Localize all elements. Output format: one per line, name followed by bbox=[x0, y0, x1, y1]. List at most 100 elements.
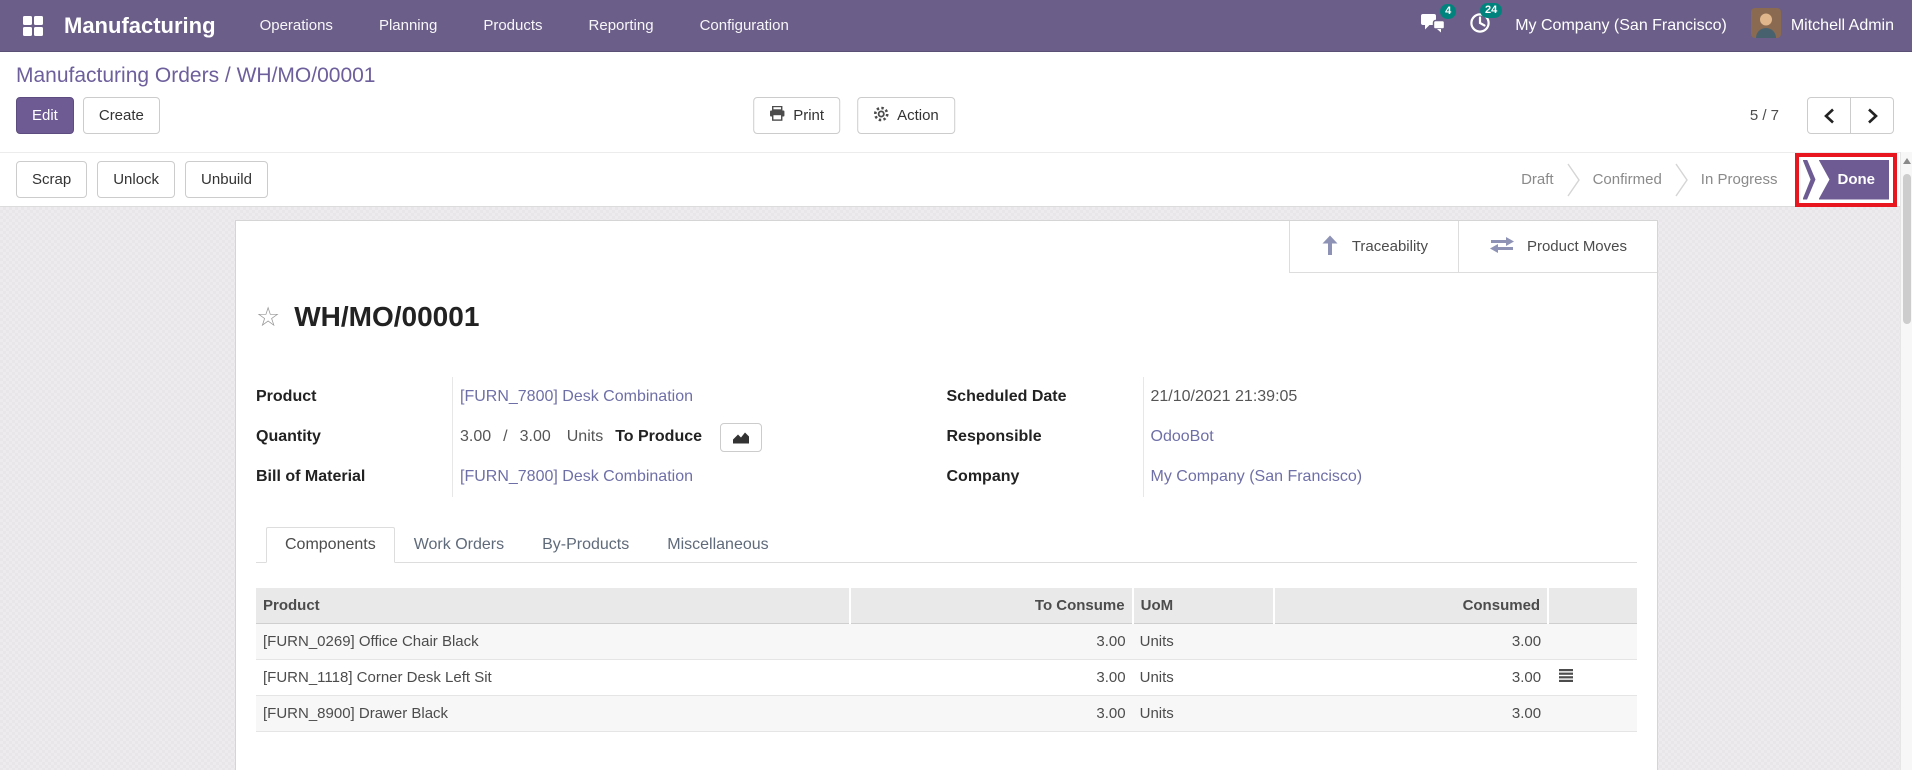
quantity-produced: 3.00 bbox=[460, 428, 491, 446]
field-quantity: Quantity 3.00 / 3.00 Units To Produce bbox=[256, 417, 947, 457]
move-lines-button[interactable] bbox=[1555, 667, 1577, 687]
messages-button[interactable]: 4 bbox=[1421, 13, 1445, 39]
tab-miscellaneous[interactable]: Miscellaneous bbox=[648, 527, 787, 563]
cell-consumed: 3.00 bbox=[1274, 695, 1548, 731]
cell-actions bbox=[1548, 695, 1637, 731]
cell-to-consume: 3.00 bbox=[850, 623, 1133, 659]
responsible-label: Responsible bbox=[947, 428, 1143, 446]
breadcrumb-parent-link[interactable]: Manufacturing Orders bbox=[16, 64, 219, 87]
table-row[interactable]: [FURN_0269] Office Chair Black 3.00 Unit… bbox=[256, 623, 1637, 659]
breadcrumb-separator: / bbox=[219, 64, 237, 87]
status-step-done-active[interactable]: Done bbox=[1819, 160, 1890, 200]
forecast-report-button[interactable] bbox=[720, 423, 762, 452]
user-avatar bbox=[1751, 8, 1781, 43]
app-menus: Operations Planning Products Reporting C… bbox=[260, 17, 789, 34]
form-header-bar: Scrap Unlock Unbuild Draft Confirmed In … bbox=[0, 152, 1912, 207]
area-chart-icon bbox=[732, 431, 750, 444]
breadcrumb: Manufacturing Orders / WH/MO/00001 bbox=[16, 62, 1896, 90]
table-header-row: Product To Consume UoM Consumed bbox=[256, 588, 1637, 623]
red-annotation-box: Done bbox=[1795, 153, 1898, 207]
col-actions bbox=[1548, 588, 1637, 623]
menu-planning[interactable]: Planning bbox=[379, 17, 437, 34]
menu-reporting[interactable]: Reporting bbox=[589, 17, 654, 34]
done-arrowhead-icon bbox=[1803, 160, 1816, 200]
scrollbar-up-arrow[interactable] bbox=[1901, 152, 1912, 164]
user-menu[interactable]: Mitchell Admin bbox=[1751, 8, 1894, 43]
product-link[interactable]: [FURN_7800] Desk Combination bbox=[460, 388, 693, 406]
printer-icon bbox=[769, 106, 785, 125]
cell-actions bbox=[1548, 659, 1637, 695]
quantity-separator: / bbox=[503, 428, 507, 446]
tab-components[interactable]: Components bbox=[266, 527, 395, 563]
chevron-right-icon bbox=[1867, 108, 1878, 124]
col-consumed: Consumed bbox=[1274, 588, 1548, 623]
exchange-arrows-icon bbox=[1489, 236, 1515, 258]
pager-next-button[interactable] bbox=[1850, 97, 1894, 134]
cell-uom: Units bbox=[1133, 623, 1275, 659]
create-button[interactable]: Create bbox=[83, 97, 160, 134]
table-row[interactable]: [FURN_1118] Corner Desk Left Sit 3.00 Un… bbox=[256, 659, 1637, 695]
unlock-button[interactable]: Unlock bbox=[97, 161, 175, 198]
bom-label: Bill of Material bbox=[256, 468, 452, 486]
quantity-uom: Units bbox=[567, 428, 603, 446]
traceability-button[interactable]: Traceability bbox=[1290, 221, 1458, 272]
messages-badge: 4 bbox=[1440, 4, 1456, 19]
scrap-button[interactable]: Scrap bbox=[16, 161, 87, 198]
apps-grid-icon[interactable] bbox=[18, 11, 48, 41]
print-button[interactable]: Print bbox=[753, 97, 840, 134]
gear-icon bbox=[873, 106, 889, 126]
company-link[interactable]: My Company (San Francisco) bbox=[1151, 468, 1363, 486]
tab-work-orders[interactable]: Work Orders bbox=[395, 527, 523, 563]
status-step-confirmed[interactable]: Confirmed bbox=[1580, 171, 1675, 188]
components-table: Product To Consume UoM Consumed [FURN_02… bbox=[256, 588, 1637, 732]
col-product: Product bbox=[256, 588, 850, 623]
scrollbar-thumb[interactable] bbox=[1903, 174, 1911, 324]
menu-products[interactable]: Products bbox=[483, 17, 542, 34]
status-step-draft[interactable]: Draft bbox=[1508, 171, 1567, 188]
unbuild-button[interactable]: Unbuild bbox=[185, 161, 268, 198]
activities-button[interactable]: 24 bbox=[1469, 12, 1491, 39]
arrow-up-icon bbox=[1320, 234, 1340, 260]
field-scheduled-date: Scheduled Date 21/10/2021 21:39:05 bbox=[947, 377, 1638, 417]
list-lines-icon bbox=[1559, 669, 1573, 682]
status-step-in-progress[interactable]: In Progress bbox=[1688, 171, 1791, 188]
form-fields: Product [FURN_7800] Desk Combination Qua… bbox=[256, 377, 1637, 497]
vertical-scrollbar[interactable] bbox=[1900, 152, 1912, 770]
pager-value: 5 / 7 bbox=[1750, 107, 1779, 124]
cell-to-consume: 3.00 bbox=[850, 659, 1133, 695]
app-name[interactable]: Manufacturing bbox=[64, 13, 216, 39]
menu-operations[interactable]: Operations bbox=[260, 17, 333, 34]
activities-badge: 24 bbox=[1480, 3, 1502, 18]
cell-to-consume: 3.00 bbox=[850, 695, 1133, 731]
pager-previous-button[interactable] bbox=[1807, 97, 1851, 134]
favorite-star-icon[interactable]: ☆ bbox=[256, 304, 280, 331]
col-uom: UoM bbox=[1133, 588, 1275, 623]
notebook-tabs: Components Work Orders By-Products Misce… bbox=[256, 527, 1637, 563]
notebook: Components Work Orders By-Products Misce… bbox=[256, 527, 1637, 732]
cell-product: [FURN_8900] Drawer Black bbox=[256, 695, 850, 731]
company-switcher[interactable]: My Company (San Francisco) bbox=[1515, 17, 1727, 35]
tab-by-products[interactable]: By-Products bbox=[523, 527, 648, 563]
status-separator-icon bbox=[1567, 163, 1580, 197]
quantity-total: 3.00 bbox=[520, 428, 551, 446]
chevron-left-icon bbox=[1824, 108, 1835, 124]
field-company: Company My Company (San Francisco) bbox=[947, 457, 1638, 497]
cell-consumed: 3.00 bbox=[1274, 659, 1548, 695]
cell-product: [FURN_0269] Office Chair Black bbox=[256, 623, 850, 659]
action-button[interactable]: Action bbox=[857, 97, 955, 134]
menu-configuration[interactable]: Configuration bbox=[700, 17, 789, 34]
breadcrumb-current: WH/MO/00001 bbox=[237, 64, 376, 87]
responsible-link[interactable]: OdooBot bbox=[1151, 428, 1214, 446]
table-row[interactable]: [FURN_8900] Drawer Black 3.00 Units 3.00 bbox=[256, 695, 1637, 731]
quantity-label: Quantity bbox=[256, 428, 452, 446]
scheduled-date-label: Scheduled Date bbox=[947, 388, 1143, 406]
user-name: Mitchell Admin bbox=[1791, 17, 1894, 35]
cell-consumed: 3.00 bbox=[1274, 623, 1548, 659]
product-moves-button[interactable]: Product Moves bbox=[1458, 221, 1657, 272]
bom-link[interactable]: [FURN_7800] Desk Combination bbox=[460, 468, 693, 486]
content-area: Traceability Product Moves ☆ WH/MO/00001 bbox=[0, 207, 1912, 770]
edit-button[interactable]: Edit bbox=[16, 97, 74, 134]
statusbar: Draft Confirmed In Progress Done bbox=[1508, 153, 1897, 207]
control-panel: Manufacturing Orders / WH/MO/00001 Edit … bbox=[0, 52, 1912, 152]
stat-button-box: Traceability Product Moves bbox=[1289, 221, 1657, 273]
